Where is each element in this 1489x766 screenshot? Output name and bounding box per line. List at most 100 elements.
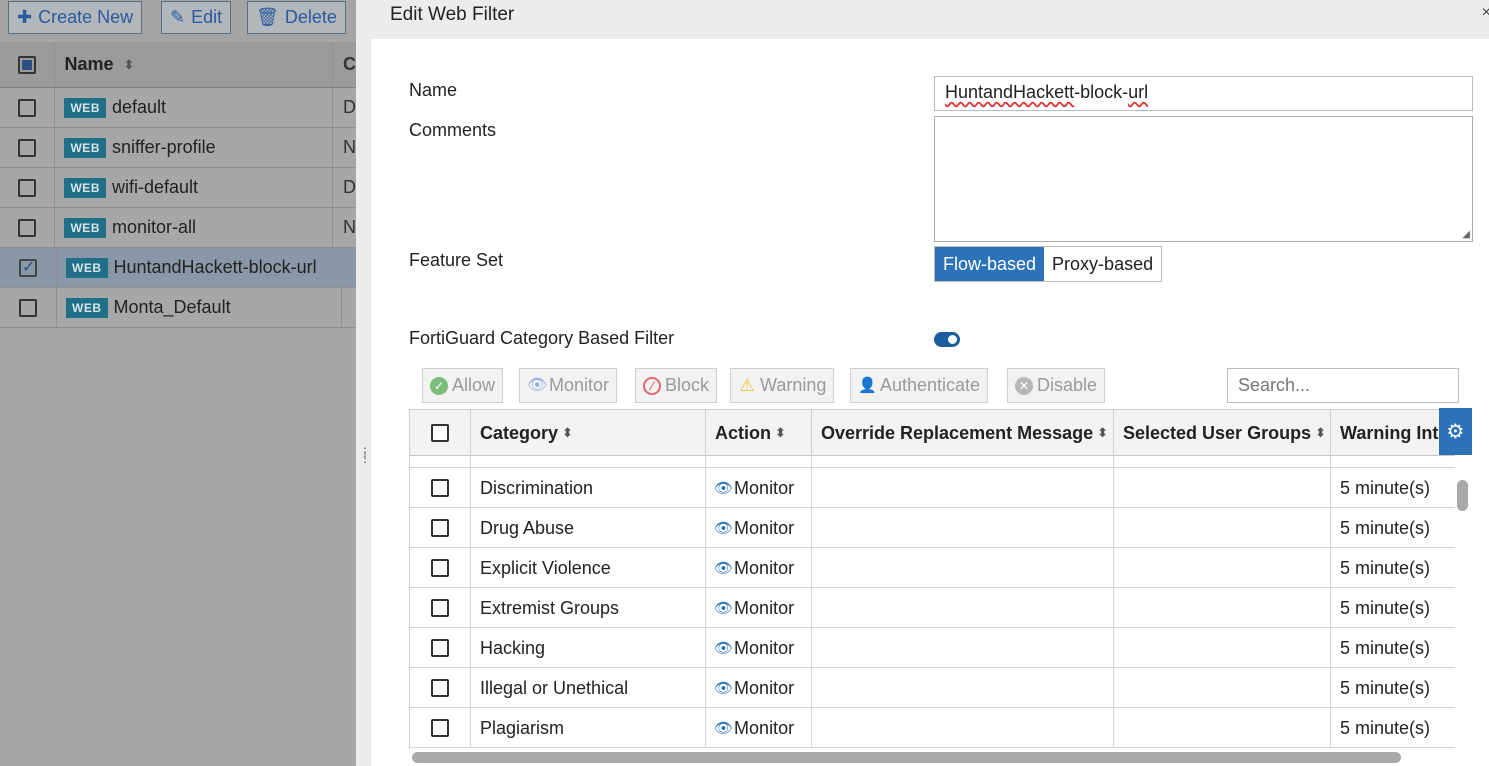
- category-checkbox[interactable]: [431, 639, 449, 657]
- name-column-header[interactable]: Name ⬍: [55, 42, 333, 87]
- name-label: Name: [409, 80, 458, 100]
- row-checkbox[interactable]: [18, 98, 37, 117]
- action-cell[interactable]: 👁 Monitor: [706, 588, 812, 628]
- allow-button[interactable]: ✓ Allow: [422, 368, 504, 403]
- action-cell[interactable]: 👁 Monitor: [706, 508, 812, 548]
- profile-table: Name ⬍ C WEB default D WEB sniffer-profile N W…: [0, 42, 356, 328]
- profile-name: monitor-all: [111, 217, 197, 237]
- category-row[interactable]: Discrimination 👁 Monitor 5 minute(s): [410, 468, 1455, 508]
- eye-icon: 👁: [714, 520, 734, 537]
- select-all-categories-checkbox[interactable]: [431, 424, 449, 442]
- category-name: Drug Abuse: [471, 508, 706, 548]
- profile-row[interactable]: WEB default D: [0, 88, 356, 128]
- disable-button[interactable]: ✕ Disable: [1007, 368, 1106, 403]
- drag-handle-icon[interactable]: ⋮ ⋮: [359, 446, 371, 464]
- profile-name: Monta_Default: [113, 297, 231, 317]
- warning-button[interactable]: ⚠ Warning: [730, 368, 835, 403]
- action-cell[interactable]: 👁 Monitor: [706, 708, 812, 748]
- row-checkbox[interactable]: [19, 298, 37, 317]
- category-checkbox[interactable]: [431, 519, 449, 537]
- plus-icon: ✚: [17, 7, 33, 27]
- resize-handle-icon[interactable]: ◢: [1462, 229, 1470, 240]
- monitor-button[interactable]: 👁 Monitor: [519, 368, 618, 403]
- action-cell[interactable]: 👁 Monitor: [706, 548, 812, 588]
- user-groups-cell: [1114, 508, 1331, 548]
- row-checkbox[interactable]: [19, 257, 37, 277]
- comments-label: Comments: [409, 120, 497, 140]
- row-checkbox-cell: [0, 128, 56, 167]
- vertical-scrollbar[interactable]: [1457, 480, 1468, 511]
- delete-button[interactable]: 🗑 Delete: [247, 1, 346, 34]
- category-checkbox[interactable]: [431, 559, 449, 577]
- authenticate-button[interactable]: 👤 Authenticate: [850, 368, 989, 403]
- row-checkbox[interactable]: [18, 218, 37, 237]
- close-icon[interactable]: ×: [1482, 4, 1489, 22]
- profile-row[interactable]: WEB monitor-all N: [0, 208, 356, 248]
- user-groups-column-header[interactable]: Selected User Groups ⬍: [1114, 410, 1331, 456]
- action-value: Monitor: [734, 717, 795, 738]
- category-row[interactable]: Plagiarism 👁 Monitor 5 minute(s): [410, 708, 1455, 748]
- override-cell: [812, 668, 1114, 708]
- sort-icon: ⬍: [123, 56, 135, 72]
- feature-set-toggle: Flow-based Proxy-based: [934, 246, 1163, 282]
- category-row[interactable]: Drug Abuse 👁 Monitor 5 minute(s): [410, 508, 1455, 548]
- category-row[interactable]: Illegal or Unethical 👁 Monitor 5 minute(s): [410, 668, 1455, 708]
- sort-icon: ⬍: [562, 425, 573, 440]
- override-column-header[interactable]: Override Replacement Message ⬍: [812, 410, 1114, 456]
- profile-row[interactable]: WEB Monta_Default: [0, 288, 356, 328]
- gear-icon[interactable]: ⚙: [1439, 408, 1472, 455]
- category-checkbox[interactable]: [431, 479, 449, 497]
- fortiguard-toggle[interactable]: [934, 332, 960, 347]
- category-checkbox[interactable]: [431, 679, 449, 697]
- comments-field[interactable]: ◢: [934, 116, 1473, 242]
- profile-name-cell: WEB wifi-default: [55, 168, 333, 207]
- category-checkbox[interactable]: [431, 599, 449, 617]
- warning-label: Warning: [760, 375, 827, 395]
- comments-column-header[interactable]: C: [333, 54, 356, 75]
- row-checkbox-cell: [0, 88, 56, 127]
- category-column-header[interactable]: Category ⬍: [471, 410, 706, 456]
- name-value-part2: -block-: [1074, 82, 1129, 102]
- warning-interval-cell: 5 minute(s): [1340, 477, 1431, 498]
- create-new-button[interactable]: ✚ Create New: [8, 1, 143, 34]
- category-row[interactable]: Extremist Groups 👁 Monitor 5 minute(s): [410, 588, 1455, 628]
- category-row[interactable]: Hacking 👁 Monitor 5 minute(s): [410, 628, 1455, 668]
- sort-icon: ⬍: [1315, 425, 1326, 440]
- row-checkbox[interactable]: [18, 138, 37, 157]
- action-value: Monitor: [734, 477, 795, 498]
- flow-based-option[interactable]: Flow-based: [935, 247, 1045, 281]
- override-cell: [812, 628, 1114, 668]
- proxy-based-option[interactable]: Proxy-based: [1044, 247, 1162, 281]
- action-column-header[interactable]: Action ⬍: [706, 410, 812, 456]
- category-table-header: Category ⬍ Action ⬍ Override Replacement…: [410, 409, 1455, 456]
- profile-name: default: [111, 97, 167, 117]
- x-circle-icon: ✕: [1015, 376, 1033, 395]
- category-table: Category ⬍ Action ⬍ Override Replacement…: [409, 409, 1455, 749]
- user-groups-cell: [1114, 548, 1331, 588]
- horizontal-scrollbar[interactable]: [412, 752, 1401, 763]
- action-cell[interactable]: 👁 Monitor: [706, 668, 812, 708]
- search-input[interactable]: [1227, 368, 1459, 403]
- action-value: Monitor: [734, 637, 795, 658]
- profile-row[interactable]: WEB wifi-default D: [0, 168, 356, 208]
- profile-row[interactable]: WEBHuntandHackett-block-url: [0, 248, 356, 288]
- block-button[interactable]: ⁄ Block: [635, 368, 718, 403]
- name-field[interactable]: HuntandHackett-block-url: [934, 76, 1473, 111]
- action-cell[interactable]: 👁 Monitor: [706, 468, 812, 508]
- profile-name-cell: WEB sniffer-profile: [55, 128, 333, 167]
- warning-interval-column-header[interactable]: Warning Inte: [1331, 410, 1455, 456]
- profile-row[interactable]: WEB sniffer-profile N: [0, 128, 356, 168]
- warning-interval-cell: 5 minute(s): [1340, 717, 1431, 738]
- row-checkbox-cell: [0, 248, 57, 287]
- action-cell[interactable]: 👁 Monitor: [706, 628, 812, 668]
- fortiguard-label: FortiGuard Category Based Filter: [409, 328, 675, 348]
- category-name: Explicit Violence: [471, 548, 706, 588]
- edit-button[interactable]: ✎ Edit: [161, 1, 232, 34]
- row-checkbox[interactable]: [18, 178, 37, 197]
- panel-resize-bar[interactable]: ⋮ ⋮: [356, 39, 371, 766]
- select-all-checkbox[interactable]: [18, 55, 37, 74]
- category-row[interactable]: Explicit Violence 👁 Monitor 5 minute(s): [410, 548, 1455, 588]
- profile-name-cell: WEB Monta_Default: [57, 288, 342, 327]
- category-checkbox[interactable]: [431, 719, 449, 737]
- web-badge: WEB: [66, 297, 108, 318]
